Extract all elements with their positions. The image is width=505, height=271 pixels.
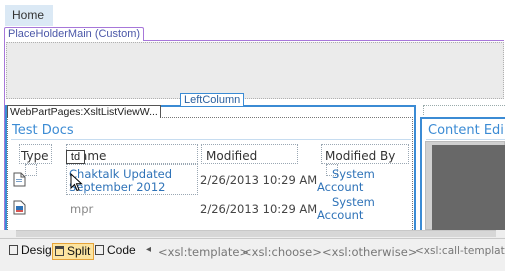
split-view-icon xyxy=(55,246,64,256)
modified-by-row2-line2[interactable]: Account xyxy=(317,208,363,222)
image-file-icon[interactable] xyxy=(13,200,26,215)
mouse-pointer-icon xyxy=(70,172,83,192)
file-link-mpr[interactable]: mpr xyxy=(70,202,93,216)
file-link-chaktalk-line1[interactable]: Chaktalk Updated xyxy=(69,167,172,181)
top-nav-bar xyxy=(0,0,505,28)
breadcrumb-back-arrow-icon[interactable]: ◂ xyxy=(146,244,151,255)
empty-zone[interactable] xyxy=(6,42,504,99)
column-header-type[interactable]: Type xyxy=(21,149,49,163)
column-header-modified-by[interactable]: Modified By xyxy=(325,149,395,163)
content-editor-image[interactable] xyxy=(432,145,505,230)
placeholder-main-tag[interactable]: PlaceHolderMain (Custom) xyxy=(4,27,145,41)
breadcrumb-xsl-choose[interactable]: <xsl:choose> xyxy=(242,245,322,259)
breadcrumb-xsl-otherwise[interactable]: <xsl:otherwise> xyxy=(322,245,417,259)
webpart-title[interactable]: Test Docs xyxy=(12,123,74,138)
content-editor-title[interactable]: Content Edi xyxy=(428,123,504,138)
content-editor-divider xyxy=(426,139,505,140)
title-divider xyxy=(11,139,411,140)
modified-by-row2-line1[interactable]: System xyxy=(332,195,375,209)
modified-date-row2: 2/26/2013 10:29 AM xyxy=(200,202,318,216)
type-cell-marker xyxy=(25,164,37,176)
webpart-tag[interactable]: WebPartPages:XsltListViewW... xyxy=(7,105,161,118)
split-view-label: Split xyxy=(67,244,91,258)
column-header-modified[interactable]: Modified xyxy=(206,149,257,163)
td-tag[interactable]: td xyxy=(66,150,85,164)
document-icon[interactable] xyxy=(13,172,26,187)
split-view-button[interactable]: Split xyxy=(52,243,95,260)
code-view-label: Code xyxy=(107,243,136,257)
file-link-chaktalk-line2[interactable]: September 2012 xyxy=(69,180,166,194)
home-tab[interactable]: Home xyxy=(5,5,53,26)
left-column-tag[interactable]: LeftColumn xyxy=(180,93,245,106)
modified-date-row1: 2/26/2013 10:29 AM xyxy=(200,173,318,187)
breadcrumb-xsl-call-template[interactable]: <xsl:call-template> xyxy=(415,245,505,257)
scrollbar-thumb[interactable] xyxy=(16,230,496,237)
code-view-button[interactable]: Code xyxy=(93,243,139,260)
modified-by-row1-line1[interactable]: System xyxy=(332,167,375,181)
breadcrumb-xsl-template[interactable]: <xsl:template> xyxy=(158,245,249,259)
right-zone-outline xyxy=(423,105,505,115)
modified-by-row1-line2[interactable]: Account xyxy=(317,180,363,194)
code-view-icon xyxy=(95,245,104,255)
design-view-icon xyxy=(9,245,18,255)
